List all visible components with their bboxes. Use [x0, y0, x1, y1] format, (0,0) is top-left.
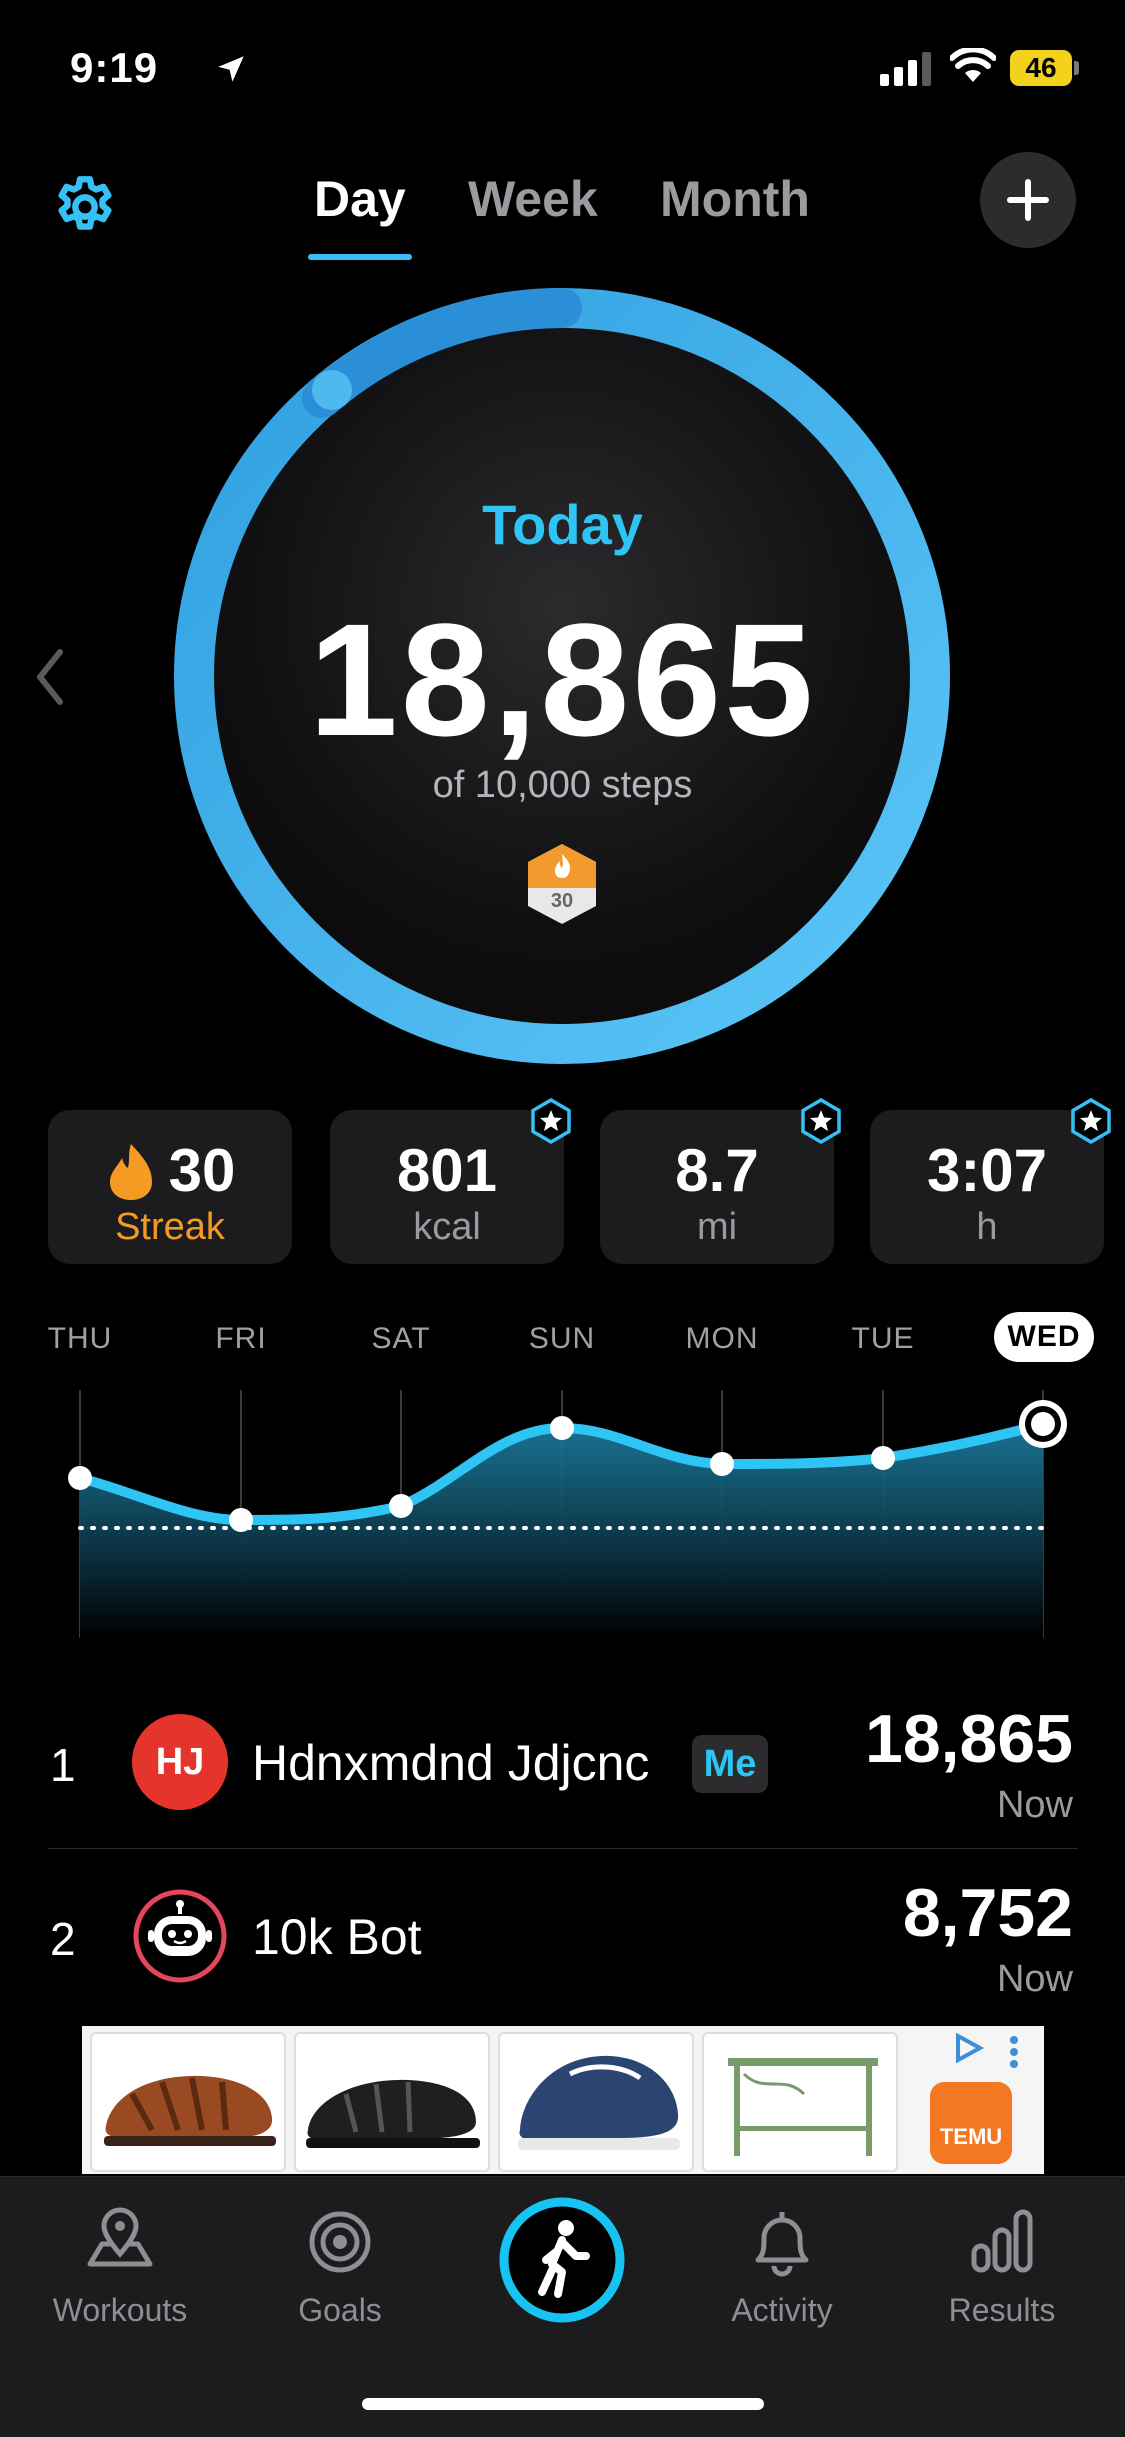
- battery-indicator: 46: [1010, 50, 1072, 86]
- shoe-image: [518, 2055, 680, 2150]
- cellular-signal-icon: [880, 52, 931, 86]
- stat-value: 8.7: [675, 1137, 759, 1204]
- map-pin-icon: [87, 2207, 153, 2267]
- ad-product-golf-shoe[interactable]: [498, 2032, 694, 2172]
- tab-month[interactable]: Month: [660, 170, 810, 228]
- avatar[interactable]: HJ: [132, 1714, 228, 1810]
- gear-icon[interactable]: [50, 172, 120, 242]
- status-time: 9:19: [70, 44, 159, 91]
- ad-product-sandal-black[interactable]: [294, 2032, 490, 2172]
- step-goal: of 10,000 steps: [432, 764, 693, 806]
- tabbar-goals[interactable]: Goals: [240, 2204, 440, 2329]
- day-label-mon[interactable]: MON: [662, 1322, 782, 1356]
- day-label-wed-selected[interactable]: WED: [994, 1312, 1094, 1362]
- stat-label: Streak: [115, 1206, 225, 1248]
- stat-card-streak[interactable]: 30 Streak: [48, 1110, 292, 1264]
- ad-banner[interactable]: TEMU: [82, 2026, 1044, 2174]
- robot-avatar-icon[interactable]: [132, 1888, 228, 1984]
- wifi-icon: [950, 48, 996, 82]
- leaderboard-rank: 1: [50, 1739, 76, 1791]
- me-badge: Me: [692, 1735, 768, 1793]
- star-badge-icon: [531, 1098, 571, 1144]
- stat-value: 3:07: [926, 1137, 1048, 1204]
- ring-title: Today: [482, 493, 643, 556]
- shoe-image: [306, 2079, 480, 2148]
- stat-label: kcal: [413, 1206, 481, 1248]
- stat-label: h: [976, 1206, 998, 1248]
- tabbar-label: Goals: [298, 2292, 382, 2328]
- tabbar-workouts[interactable]: Workouts: [20, 2204, 220, 2329]
- ad-choices-icon[interactable]: [950, 2030, 986, 2066]
- leaderboard-rank: 2: [50, 1913, 76, 1965]
- day-label-sat[interactable]: SAT: [341, 1322, 461, 1356]
- flame-badge-icon: [528, 844, 596, 924]
- tab-day[interactable]: Day: [314, 170, 406, 228]
- week-step-chart[interactable]: [0, 1380, 1125, 1650]
- star-badge-icon: [801, 1098, 841, 1144]
- location-arrow-icon: [218, 56, 244, 82]
- streak-badge[interactable]: 30: [524, 842, 600, 926]
- day-label-tue[interactable]: TUE: [823, 1322, 943, 1356]
- stat-label: mi: [696, 1206, 738, 1248]
- day-label-sun[interactable]: SUN: [502, 1322, 622, 1356]
- tabbar-label: Activity: [731, 2292, 833, 2328]
- day-label-thu[interactable]: THU: [20, 1322, 140, 1356]
- tabbar-activity[interactable]: Activity: [682, 2204, 882, 2329]
- stat-value: 801: [396, 1137, 498, 1204]
- tab-week[interactable]: Week: [468, 170, 598, 228]
- battery-tip: [1074, 61, 1079, 75]
- tab-active-underline: [308, 254, 412, 260]
- leaderboard-steps: 18,865: [865, 1701, 1073, 1777]
- step-count: 18,865: [308, 590, 817, 769]
- leaderboard-time: Now: [996, 1958, 1073, 2000]
- add-button[interactable]: [980, 152, 1076, 248]
- table-image: [728, 2058, 878, 2156]
- tabbar-label: Workouts: [52, 2292, 188, 2328]
- chevron-left-icon[interactable]: [30, 644, 70, 710]
- plus-icon: [1007, 179, 1049, 221]
- stat-value: 30: [168, 1137, 236, 1204]
- leaderboard-steps: 8,752: [902, 1875, 1073, 1951]
- more-options-icon[interactable]: [1006, 2034, 1022, 2070]
- ad-product-table[interactable]: [702, 2032, 898, 2172]
- divider: [48, 1848, 1078, 1849]
- tabbar-label: Results: [948, 2292, 1056, 2328]
- star-badge-icon: [1071, 1098, 1111, 1144]
- target-icon: [309, 2211, 371, 2273]
- home-indicator: [362, 2398, 764, 2410]
- walking-icon[interactable]: [496, 2194, 628, 2326]
- bell-icon: [755, 2212, 809, 2277]
- ad-product-sandal-brown[interactable]: [90, 2032, 286, 2172]
- badge-number: 30: [550, 890, 574, 912]
- day-label-fri[interactable]: FRI: [181, 1322, 301, 1356]
- tabbar-results[interactable]: Results: [902, 2204, 1102, 2329]
- shoe-image: [104, 2075, 276, 2146]
- leaderboard-time: Now: [996, 1784, 1073, 1826]
- temu-logo[interactable]: TEMU: [930, 2082, 1012, 2164]
- leaderboard-name[interactable]: Hdnxmdnd Jdjcnc: [252, 1734, 649, 1792]
- bar-chart-icon: [971, 2209, 1033, 2273]
- leaderboard-name[interactable]: 10k Bot: [252, 1908, 422, 1966]
